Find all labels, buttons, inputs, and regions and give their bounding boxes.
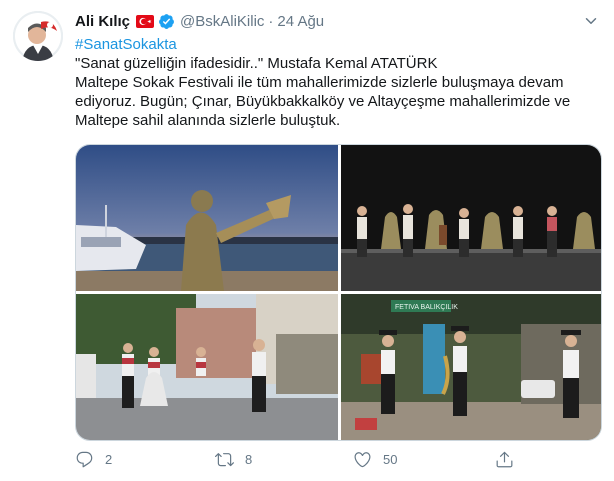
- retweet-icon: [215, 453, 234, 467]
- tweet-text: #SanatSokakta "Sanat güzelliğin ifadesid…: [75, 35, 605, 130]
- author-name[interactable]: Ali Kılıç: [75, 13, 130, 30]
- caret-down-icon[interactable]: [582, 12, 600, 30]
- hashtag-link[interactable]: #SanatSokakta: [75, 35, 605, 54]
- photo-night-dancers[interactable]: [341, 145, 601, 291]
- photo-street-dancers[interactable]: [76, 294, 338, 440]
- photo-statue-harbor[interactable]: [76, 145, 338, 291]
- reply-count: 2: [105, 452, 113, 467]
- like-count: 50: [383, 452, 398, 467]
- like-icon: [354, 452, 371, 468]
- photo-sign-text: FETIVA BALIKÇILIK: [395, 304, 458, 311]
- reply-button[interactable]: 2: [75, 450, 112, 469]
- photo-street-musicians[interactable]: FETIVA BALIKÇILIK: [341, 294, 601, 440]
- tweet-header: Ali Kılıç @BskAliKilic · 24 Ağu: [75, 11, 324, 31]
- retweet-count: 8: [245, 452, 253, 467]
- reply-icon: [76, 451, 93, 468]
- like-button[interactable]: 50: [353, 450, 397, 469]
- tweet-text-line: "Sanat güzelliğin ifadesidir.." Mustafa …: [75, 55, 438, 72]
- tweet[interactable]: Ali Kılıç @BskAliKilic · 24 Ağu #SanatSo…: [0, 0, 614, 481]
- author-handle[interactable]: @BskAliKilic: [180, 13, 264, 30]
- tweet-timestamp[interactable]: 24 Ağu: [277, 13, 324, 30]
- tweet-text-line: Maltepe sahil alanında sizlerle buluştuk…: [75, 112, 341, 129]
- share-icon: [496, 451, 513, 468]
- tweet-actions: 2 8 50: [75, 450, 545, 472]
- media-grid: FETIVA BALIKÇILIK: [75, 144, 602, 441]
- retweet-button[interactable]: 8: [215, 450, 252, 469]
- share-button[interactable]: [495, 450, 514, 469]
- tweet-text-line: ediyoruz. Bugün; Çınar, Büyükbakkalköy v…: [75, 93, 571, 110]
- avatar[interactable]: [13, 11, 63, 61]
- flag-icon: [136, 14, 155, 28]
- tweet-text-line: Maltepe Sokak Festivali ile tüm mahaller…: [75, 74, 564, 91]
- separator-dot: ·: [268, 12, 274, 30]
- verified-icon: [158, 13, 175, 30]
